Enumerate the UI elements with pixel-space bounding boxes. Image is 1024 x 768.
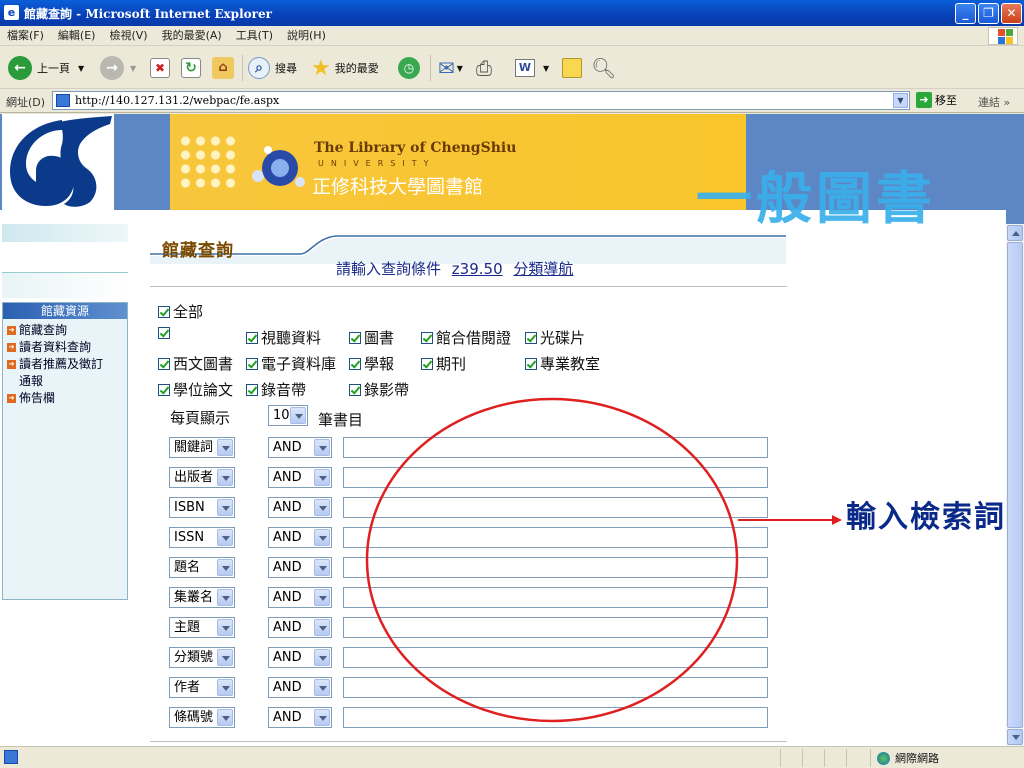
- menu-tools[interactable]: 工具(T): [229, 26, 280, 46]
- print-button[interactable]: ⎙: [476, 55, 492, 81]
- links-button[interactable]: 連結 »: [978, 94, 1010, 110]
- scroll-thumb[interactable]: [1007, 242, 1023, 728]
- annotation-label: 輸入檢索詞: [846, 500, 1006, 535]
- minimize-button[interactable]: _: [955, 3, 976, 24]
- discuss-button[interactable]: [562, 55, 582, 81]
- research-icon: 🔍︎: [591, 56, 617, 80]
- restore-button[interactable]: ❐: [978, 3, 999, 24]
- favorites-button[interactable]: ★ 我的最愛: [311, 55, 379, 81]
- chevron-down-icon[interactable]: ▼: [78, 64, 84, 73]
- highlight-ellipse: [365, 397, 739, 723]
- home-icon: ⌂: [212, 57, 234, 79]
- address-url: http://140.127.131.2/webpac/fe.aspx: [75, 94, 280, 107]
- back-label: 上一頁: [37, 62, 70, 75]
- go-arrow-icon: ➜: [916, 92, 932, 108]
- forward-arrow-icon: →: [100, 56, 124, 80]
- menu-help[interactable]: 說明(H): [280, 26, 333, 46]
- mail-button[interactable]: ✉ ▼: [438, 55, 463, 81]
- stop-icon: ✖: [150, 58, 170, 78]
- address-bar: 網址(D) http://140.127.131.2/webpac/fe.asp…: [0, 89, 1024, 113]
- security-zone: 網際網路: [870, 749, 1024, 767]
- close-button[interactable]: ✕: [1001, 3, 1022, 24]
- title-bar: e 館藏查詢 - Microsoft Internet Explorer _ ❐…: [0, 0, 1024, 26]
- menu-bar: 檔案(F) 編輯(E) 檢視(V) 我的最愛(A) 工具(T) 說明(H): [0, 26, 1024, 46]
- star-icon: ★: [311, 55, 331, 81]
- search-label: 搜尋: [275, 62, 297, 75]
- chevron-down-icon: ▼: [130, 63, 137, 73]
- toolbar: ← 上一頁 ▼ → ▼ ✖ ↻ ⌂ ⌕ 搜尋 ★ 我的最愛 ◷ ✉ ▼ ⎙ W …: [0, 47, 1024, 89]
- links-label: 連結: [978, 96, 1000, 109]
- page-status-icon: [4, 750, 18, 764]
- menu-edit[interactable]: 編輯(E): [51, 26, 103, 46]
- vertical-scrollbar[interactable]: [1006, 224, 1024, 746]
- word-icon: W: [515, 59, 535, 77]
- scroll-down-button[interactable]: [1007, 729, 1023, 745]
- windows-logo-icon: [988, 27, 1018, 45]
- mail-icon: ✉: [438, 56, 455, 80]
- history-button[interactable]: ◷: [398, 55, 420, 81]
- edit-button[interactable]: W ▼: [515, 55, 549, 81]
- address-input[interactable]: http://140.127.131.2/webpac/fe.aspx ▼: [52, 91, 910, 110]
- go-label: 移至: [935, 94, 957, 107]
- page-viewport: The Library of ChengShiu UNIVERSITY 正修科技…: [0, 114, 1006, 746]
- scroll-up-button[interactable]: [1007, 225, 1023, 241]
- window-title: 館藏查詢 - Microsoft Internet Explorer: [24, 7, 272, 21]
- menu-view[interactable]: 檢視(V): [102, 26, 154, 46]
- go-button[interactable]: ➜ 移至: [916, 92, 957, 108]
- annotation-arrowhead: [832, 515, 842, 525]
- home-button[interactable]: ⌂: [212, 55, 234, 81]
- search-button[interactable]: ⌕ 搜尋: [248, 55, 297, 81]
- address-label: 網址(D): [6, 96, 46, 109]
- search-icon: ⌕: [248, 57, 270, 79]
- zone-label: 網際網路: [895, 752, 939, 765]
- status-bar: 網際網路: [0, 746, 1024, 768]
- history-icon: ◷: [398, 57, 420, 79]
- stop-button[interactable]: ✖: [150, 55, 170, 81]
- refresh-icon: ↻: [181, 58, 201, 78]
- menu-favorites[interactable]: 我的最愛(A): [155, 26, 229, 46]
- ie-page-icon: e: [4, 5, 19, 20]
- favorites-label: 我的最愛: [334, 62, 379, 75]
- menu-file[interactable]: 檔案(F): [0, 26, 51, 46]
- back-arrow-icon: ←: [8, 56, 32, 80]
- forward-button[interactable]: → ▼: [100, 55, 136, 81]
- chevron-down-icon[interactable]: ▼: [543, 64, 549, 73]
- discuss-icon: [562, 58, 582, 78]
- page-icon: [56, 94, 70, 107]
- refresh-button[interactable]: ↻: [181, 55, 201, 81]
- chevron-down-icon[interactable]: ▼: [457, 64, 463, 73]
- back-button[interactable]: ← 上一頁 ▼: [8, 55, 84, 81]
- globe-icon: [877, 751, 890, 765]
- annotation-overlay: [365, 397, 842, 723]
- chevron-down-icon[interactable]: ▼: [893, 93, 908, 108]
- research-button[interactable]: 🔍︎: [591, 55, 616, 81]
- print-icon: ⎙: [476, 56, 492, 80]
